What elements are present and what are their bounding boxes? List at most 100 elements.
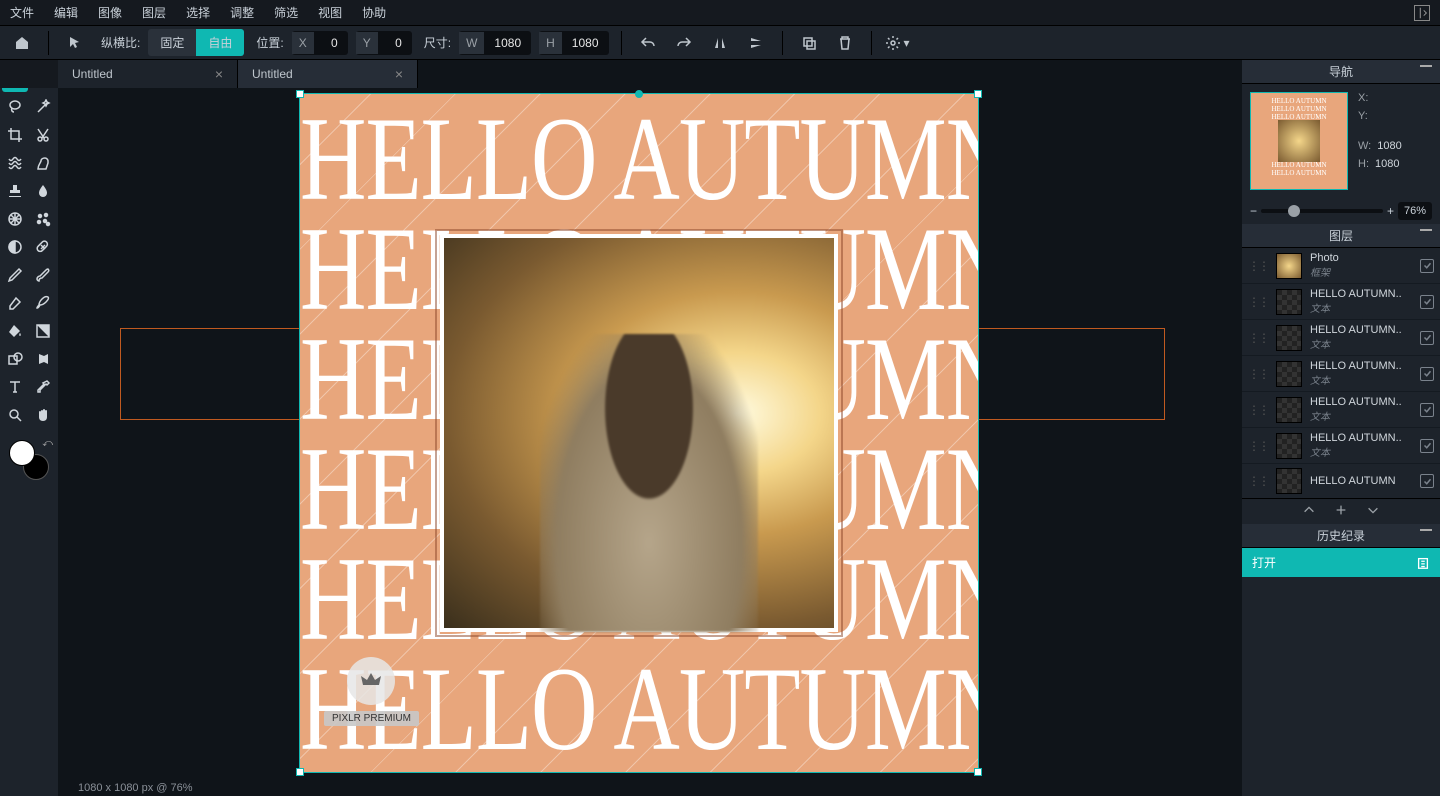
y-input[interactable]: Y0 bbox=[356, 31, 412, 55]
layer-name: HELLO AUTUMN.. bbox=[1310, 360, 1412, 372]
eraser-tool[interactable] bbox=[2, 290, 28, 316]
stamp-tool[interactable] bbox=[2, 178, 28, 204]
tab-untitled-2[interactable]: Untitled× bbox=[238, 60, 418, 88]
layer-item[interactable]: ⋮⋮ HELLO AUTUMN..文本 bbox=[1242, 356, 1440, 392]
collapse-icon[interactable] bbox=[1414, 5, 1430, 21]
close-icon[interactable]: × bbox=[215, 66, 223, 82]
heal-tool[interactable] bbox=[30, 234, 56, 260]
home-button[interactable] bbox=[8, 29, 36, 57]
zoom-slider[interactable] bbox=[1261, 209, 1383, 213]
layer-item[interactable]: ⋮⋮ HELLO AUTUMN..文本 bbox=[1242, 428, 1440, 464]
menu-image[interactable]: 图像 bbox=[98, 4, 122, 21]
handle-ne[interactable] bbox=[974, 90, 982, 98]
layer-thumb bbox=[1276, 289, 1302, 315]
layer-up-button[interactable] bbox=[1302, 503, 1316, 520]
eyedropper-tool[interactable] bbox=[30, 374, 56, 400]
cutout-tool[interactable] bbox=[30, 122, 56, 148]
handle-se[interactable] bbox=[974, 768, 982, 776]
drag-handle-icon[interactable]: ⋮⋮ bbox=[1248, 474, 1268, 488]
crop-tool[interactable] bbox=[2, 122, 28, 148]
menu-filter[interactable]: 筛选 bbox=[274, 4, 298, 21]
canvas-selection[interactable]: HELLO AUTUMN HELLO AUTUMN HELLO AUTUMN H… bbox=[300, 94, 978, 772]
workspace[interactable]: HELLO AUTUMN HELLO AUTUMN HELLO AUTUMN H… bbox=[58, 88, 1242, 796]
height-input[interactable]: H1080 bbox=[539, 31, 608, 55]
handle-nw[interactable] bbox=[296, 90, 304, 98]
drag-handle-icon[interactable]: ⋮⋮ bbox=[1248, 439, 1268, 453]
visibility-toggle[interactable] bbox=[1420, 439, 1434, 453]
visibility-toggle[interactable] bbox=[1420, 295, 1434, 309]
swap-colors-icon[interactable]: ⤺ bbox=[42, 438, 53, 449]
zoom-value[interactable]: 76% bbox=[1398, 202, 1432, 220]
disperse-tool[interactable] bbox=[30, 206, 56, 232]
gradient-tool[interactable] bbox=[30, 318, 56, 344]
menu-help[interactable]: 协助 bbox=[362, 4, 386, 21]
flip-vertical-button[interactable] bbox=[742, 29, 770, 57]
shape-tool[interactable] bbox=[2, 346, 28, 372]
visibility-toggle[interactable] bbox=[1420, 331, 1434, 345]
layer-thumb bbox=[1276, 253, 1302, 279]
drag-handle-icon[interactable]: ⋮⋮ bbox=[1248, 295, 1268, 309]
menu-layer[interactable]: 图层 bbox=[142, 4, 166, 21]
frame-tool[interactable] bbox=[30, 346, 56, 372]
x-input[interactable]: X0 bbox=[292, 31, 348, 55]
undo-button[interactable] bbox=[634, 29, 662, 57]
menu-edit[interactable]: 编辑 bbox=[54, 4, 78, 21]
menu-adjust[interactable]: 调整 bbox=[230, 4, 254, 21]
fill-tool[interactable] bbox=[2, 318, 28, 344]
pen-tool[interactable] bbox=[2, 262, 28, 288]
minimize-icon[interactable] bbox=[1420, 65, 1432, 67]
layer-down-button[interactable] bbox=[1366, 503, 1380, 520]
handle-rotate[interactable] bbox=[635, 90, 643, 98]
text-tool[interactable] bbox=[2, 374, 28, 400]
brush-tool[interactable] bbox=[30, 262, 56, 288]
pointer-icon[interactable] bbox=[61, 29, 89, 57]
smudge-tool[interactable] bbox=[30, 290, 56, 316]
drag-handle-icon[interactable]: ⋮⋮ bbox=[1248, 403, 1268, 417]
menu-view[interactable]: 视图 bbox=[318, 4, 342, 21]
duplicate-button[interactable] bbox=[795, 29, 823, 57]
drag-handle-icon[interactable]: ⋮⋮ bbox=[1248, 259, 1268, 273]
tab-untitled-1[interactable]: Untitled× bbox=[58, 60, 238, 88]
blur-tool[interactable] bbox=[30, 178, 56, 204]
visibility-toggle[interactable] bbox=[1420, 259, 1434, 273]
layer-name: HELLO AUTUMN bbox=[1310, 475, 1412, 487]
zoom-tool[interactable] bbox=[2, 402, 28, 428]
layer-item[interactable]: ⋮⋮ HELLO AUTUMN bbox=[1242, 464, 1440, 498]
settings-button[interactable]: ▾ bbox=[884, 29, 912, 57]
layer-item[interactable]: ⋮⋮ HELLO AUTUMN..文本 bbox=[1242, 392, 1440, 428]
ratio-fixed-button[interactable]: 固定 bbox=[148, 29, 196, 56]
menu-file[interactable]: 文件 bbox=[10, 4, 34, 21]
visibility-toggle[interactable] bbox=[1420, 474, 1434, 488]
layer-item[interactable]: ⋮⋮ HELLO AUTUMN..文本 bbox=[1242, 320, 1440, 356]
flip-horizontal-button[interactable] bbox=[706, 29, 734, 57]
minimize-icon[interactable] bbox=[1420, 529, 1432, 531]
width-input[interactable]: W1080 bbox=[459, 31, 531, 55]
history-item-open[interactable]: 打开 bbox=[1242, 548, 1440, 577]
redo-button[interactable] bbox=[670, 29, 698, 57]
dodge-tool[interactable] bbox=[2, 234, 28, 260]
menu-select[interactable]: 选择 bbox=[186, 4, 210, 21]
color-swatch[interactable]: ⤺ bbox=[9, 440, 49, 480]
close-icon[interactable]: × bbox=[395, 66, 403, 82]
wand-tool[interactable] bbox=[30, 94, 56, 120]
ratio-free-button[interactable]: 自由 bbox=[196, 29, 244, 56]
zoom-in-button[interactable]: + bbox=[1387, 204, 1394, 218]
drag-handle-icon[interactable]: ⋮⋮ bbox=[1248, 367, 1268, 381]
sponge-tool[interactable] bbox=[2, 206, 28, 232]
drag-handle-icon[interactable]: ⋮⋮ bbox=[1248, 331, 1268, 345]
zoom-out-button[interactable]: − bbox=[1250, 204, 1257, 218]
hand-tool[interactable] bbox=[30, 402, 56, 428]
visibility-toggle[interactable] bbox=[1420, 367, 1434, 381]
visibility-toggle[interactable] bbox=[1420, 403, 1434, 417]
liquify-tool[interactable] bbox=[2, 150, 28, 176]
delete-button[interactable] bbox=[831, 29, 859, 57]
layer-item[interactable]: ⋮⋮ HELLO AUTUMN..文本 bbox=[1242, 284, 1440, 320]
minimize-icon[interactable] bbox=[1420, 229, 1432, 231]
layer-add-button[interactable] bbox=[1334, 503, 1348, 520]
handle-sw[interactable] bbox=[296, 768, 304, 776]
layer-item[interactable]: ⋮⋮ Photo框架 bbox=[1242, 248, 1440, 284]
navigator-thumb[interactable]: HELLO AUTUMNHELLO AUTUMNHELLO AUTUMNHELL… bbox=[1250, 92, 1348, 190]
fg-color[interactable] bbox=[9, 440, 35, 466]
lasso-tool[interactable] bbox=[2, 94, 28, 120]
clone-tool[interactable] bbox=[30, 150, 56, 176]
